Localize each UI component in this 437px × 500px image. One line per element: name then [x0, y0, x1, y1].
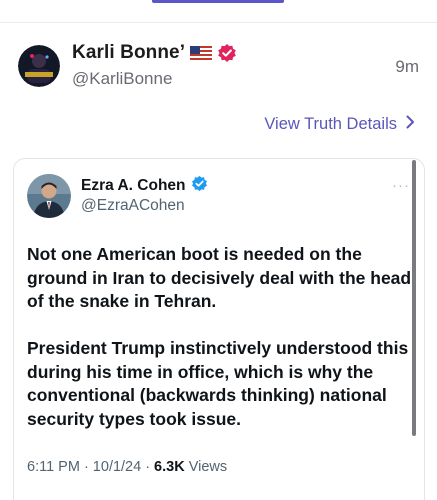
views-count: 6.3K	[154, 459, 185, 475]
post-timestamp: 6:11 PM · 10/1/24 ·	[27, 459, 151, 475]
quoted-author-handle[interactable]: @EzraACohen	[81, 197, 185, 215]
author-handle[interactable]: @KarliBonne	[72, 69, 172, 89]
us-flag-icon	[190, 46, 213, 60]
more-options-icon[interactable]: ···	[392, 177, 410, 194]
view-truth-details-label: View Truth Details	[264, 115, 397, 133]
post-time: 9m	[395, 57, 419, 76]
post-meta: 6:11 PM · 10/1/24 · 6.3K Views	[27, 459, 227, 475]
scrollbar[interactable]	[412, 160, 416, 436]
author-name[interactable]: Karli Bonne’	[72, 42, 185, 64]
chevron-right-icon	[406, 115, 415, 134]
verified-badge-icon	[191, 175, 208, 197]
author-avatar[interactable]	[18, 45, 60, 87]
post-paragraph: Not one American boot is needed on the g…	[27, 244, 412, 311]
verified-badge-icon	[217, 43, 237, 63]
quoted-author-avatar[interactable]	[27, 174, 71, 218]
post-paragraph: President Trump instinctively understood…	[27, 338, 409, 429]
author-name-row: Karli Bonne’	[72, 42, 237, 64]
post-header: Karli Bonne’ @KarliBonne 9m	[0, 34, 437, 104]
header-divider	[0, 22, 437, 23]
active-tab-indicator	[152, 0, 284, 3]
quoted-author-name[interactable]: Ezra A. Cohen	[81, 177, 186, 195]
views-label: Views	[188, 459, 228, 475]
quoted-post-card[interactable]: Ezra A. Cohen @EzraACohen ··· Not one Am…	[13, 158, 425, 500]
view-truth-details-link[interactable]: View Truth Details	[264, 115, 415, 134]
quoted-post-body: Not one American boot is needed on the g…	[27, 243, 412, 431]
quoted-author-name-row: Ezra A. Cohen	[81, 175, 208, 197]
